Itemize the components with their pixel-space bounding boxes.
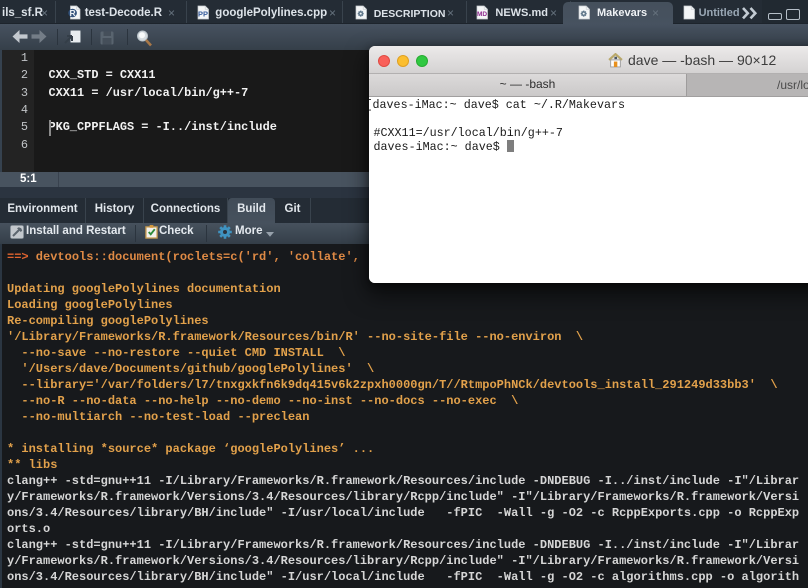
svg-text:MD: MD	[476, 11, 486, 18]
svg-text:PP: PP	[198, 10, 208, 19]
svg-text:R: R	[70, 8, 76, 18]
